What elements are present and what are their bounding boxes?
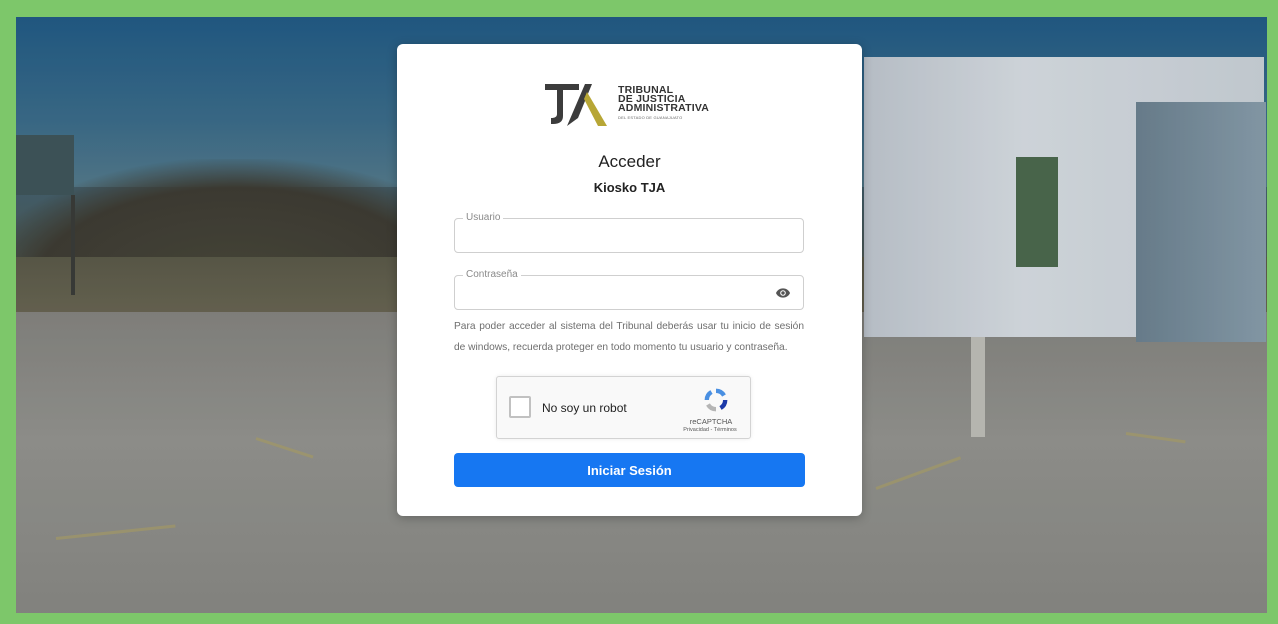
logo-line-4: DEL ESTADO DE GUANAJUATO [618,115,683,120]
tja-logo-text: TRIBUNAL DE JUSTICIA ADMINISTRATIVA DEL … [618,85,710,120]
username-field[interactable]: Usuario [454,212,804,253]
page-subtitle: Kiosko TJA [593,180,666,195]
recaptcha-label: No soy un robot [542,401,627,415]
login-instructions: Para poder acceder al sistema del Tribun… [454,321,804,353]
password-label: Contraseña [463,269,521,280]
recaptcha-icon [704,388,728,412]
username-input[interactable] [463,227,767,247]
logo-line-3: ADMINISTRATIVA [618,102,710,114]
password-input[interactable] [463,284,767,304]
recaptcha-terms-link[interactable]: Términos [714,427,737,433]
password-field[interactable]: Contraseña [454,269,804,310]
recaptcha-brand: reCAPTCHA [689,417,733,426]
username-label: Usuario [463,212,504,223]
login-button[interactable]: Iniciar Sesión [454,453,805,487]
recaptcha-links: Privacidad - Términos [673,427,747,433]
recaptcha-privacy-link[interactable]: Privacidad [683,427,709,433]
tja-logo-mark [545,84,607,126]
page-title: Acceder [598,152,661,171]
recaptcha-checkbox[interactable] [509,396,531,418]
tja-logo: TRIBUNAL DE JUSTICIA ADMINISTRATIVA DEL … [545,82,715,134]
recaptcha-widget: No soy un robot reCAPTCHA Privacidad - T… [496,376,751,439]
eye-icon[interactable] [774,285,792,301]
login-card: TRIBUNAL DE JUSTICIA ADMINISTRATIVA DEL … [397,44,862,516]
